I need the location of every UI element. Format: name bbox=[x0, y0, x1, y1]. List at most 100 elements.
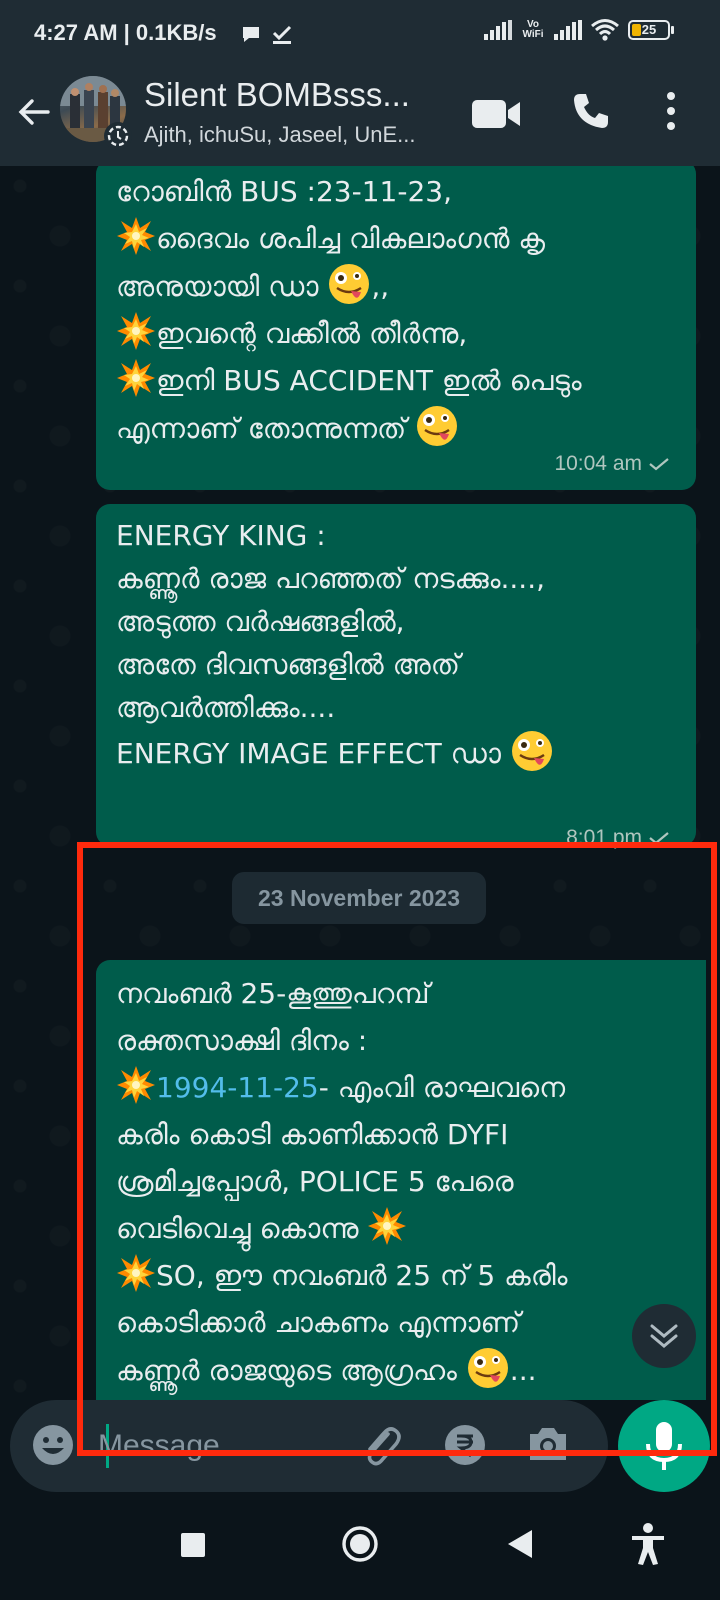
collision-emoji-icon bbox=[117, 359, 155, 397]
status-time: 4:27 AM | 0.1KB/s bbox=[34, 20, 217, 45]
message-line: ENERGY IMAGE EFFECT ഡാ bbox=[116, 729, 676, 775]
wifi-icon bbox=[591, 19, 619, 41]
message-line: കൊടിക്കാർ ചാകണം എന്നാണ് bbox=[116, 1299, 686, 1346]
message-line: കണ്ണൂർ രാജയുടെ ആഗ്രഹം ... bbox=[116, 1346, 686, 1394]
date-separator: 23 November 2023 bbox=[232, 872, 486, 924]
message-text-segment: ,, bbox=[371, 270, 390, 303]
chat-header: Silent BOMBsss... Ajith, ichuSu, Jaseel,… bbox=[0, 70, 720, 166]
message-line: ഇവന്റെ വക്കീൽ തീർന്നു, bbox=[116, 310, 676, 357]
collision-emoji-icon bbox=[117, 217, 155, 255]
message-text-segment: ENERGY IMAGE EFFECT ഡാ bbox=[116, 737, 510, 770]
message-line: അടുത്ത വർഷങ്ങളിൽ, bbox=[116, 600, 676, 643]
message-line: രക്തസാക്ഷി ദിനം : bbox=[116, 1017, 686, 1064]
message-timestamp: 10:04 am bbox=[554, 440, 670, 487]
collision-emoji-icon bbox=[117, 1066, 155, 1104]
sent-tick-icon bbox=[649, 458, 669, 471]
message-line: വെടിവെച്ചു കൊന്നു bbox=[116, 1205, 686, 1252]
chat-area[interactable]: റോബിൻ BUS :23-11-23, ദൈവം ശപിച്ച വികലാംഗൻ… bbox=[0, 166, 720, 1400]
message-text-segment: അടുത്ത വർഷങ്ങളിൽ, bbox=[116, 605, 405, 638]
camera-icon[interactable] bbox=[526, 1424, 570, 1464]
message-text-segment: - എംവി രാഘവനെ bbox=[318, 1071, 566, 1104]
message-text-segment: ഇവന്റെ വക്കീൽ തീർന്നു, bbox=[156, 317, 468, 350]
message-input[interactable] bbox=[98, 1420, 338, 1472]
message-line: അതേ ദിവസങ്ങളിൽ അത് bbox=[116, 643, 676, 686]
message-text-segment: കരിം കൊടി കാണിക്കാൻ DYFI bbox=[116, 1118, 509, 1151]
system-nav-bar bbox=[0, 1494, 720, 1600]
message-text-segment: ... bbox=[509, 1354, 537, 1387]
message-line: ഇനി BUS ACCIDENT ഇൽ പെടും bbox=[116, 357, 676, 404]
message-line: ENERGY KING : bbox=[116, 514, 676, 557]
message-text-segment: വെടിവെച്ചു കൊന്നു bbox=[116, 1212, 368, 1245]
message-line: ദൈവം ശപിച്ച വികലാംഗൻ കൃ bbox=[116, 215, 676, 262]
message-line: 1994-11-25- എംവി രാഘവനെ bbox=[116, 1064, 686, 1111]
message-text-segment: ഇനി BUS ACCIDENT ഇൽ പെടും bbox=[156, 364, 582, 397]
message-bubble[interactable]: ENERGY KING : കണ്ണൂർ രാജ പറഞ്ഞത് നടക്കും.… bbox=[96, 504, 696, 849]
message-text-segment: ആവർത്തിക്കും.... bbox=[116, 691, 336, 724]
more-options-icon[interactable] bbox=[664, 90, 678, 132]
message-text-segment: അതേ ദിവസങ്ങളിൽ അത് bbox=[116, 648, 460, 681]
message-text: റോബിൻ BUS :23-11-23, ദൈവം ശപിച്ച വികലാംഗൻ… bbox=[116, 168, 676, 452]
message-text-segment: ENERGY KING : bbox=[116, 519, 326, 552]
rupee-payment-icon[interactable] bbox=[442, 1422, 488, 1468]
scroll-to-bottom-button[interactable] bbox=[632, 1304, 696, 1368]
dashed-circle-icon bbox=[107, 125, 129, 147]
message-text-segment: എന്നാണ് തോന്നുന്നത് bbox=[116, 412, 416, 445]
message-text-segment: അനുയായി ഡാ bbox=[116, 270, 328, 303]
sent-tick-icon bbox=[649, 832, 669, 845]
message-text-segment: ശ്രമിച്ചപ്പോൾ, POLICE 5 പേരെ bbox=[116, 1165, 514, 1198]
message-line: റോബിൻ BUS :23-11-23, bbox=[116, 168, 676, 215]
collision-emoji-icon bbox=[368, 1207, 407, 1245]
message-line: SO, ഈ നവംബർ 25 ന് 5 കരിം bbox=[116, 1252, 686, 1299]
message-line: ആവർത്തിക്കും.... bbox=[116, 686, 676, 729]
chevron-double-down-icon bbox=[650, 1324, 678, 1348]
download-done-icon bbox=[272, 25, 292, 44]
status-right-group: Vo WiFi 25 bbox=[484, 18, 674, 42]
video-call-icon[interactable] bbox=[470, 96, 522, 132]
back-arrow-icon[interactable] bbox=[14, 92, 54, 132]
message-composer bbox=[10, 1400, 608, 1492]
message-text-segment: SO, ഈ നവംബർ 25 ന് 5 കരിം bbox=[156, 1259, 568, 1292]
zany-face-emoji-icon bbox=[329, 264, 370, 304]
message-line: ശ്രമിച്ചപ്പോൾ, POLICE 5 പേരെ bbox=[116, 1158, 686, 1205]
zany-face-emoji-icon bbox=[467, 1348, 508, 1388]
message-text-segment: രക്തസാക്ഷി ദിനം : bbox=[116, 1024, 368, 1057]
message-text-segment: കണ്ണൂർ രാജ പറഞ്ഞത് നടക്കും...., bbox=[116, 562, 545, 595]
message-text: നവംബർ 25-കൂത്തുപറമ്പ് രക്തസാക്ഷി ദിനം : 19… bbox=[116, 970, 686, 1394]
message-text: ENERGY KING : കണ്ണൂർ രാജ പറഞ്ഞത് നടക്കും.… bbox=[116, 514, 676, 775]
group-members[interactable]: Ajith, ichuSu, Jaseel, UnE... bbox=[144, 122, 415, 148]
attach-icon[interactable] bbox=[358, 1422, 402, 1470]
message-line: കരിം കൊടി കാണിക്കാൻ DYFI bbox=[116, 1111, 686, 1158]
cellular-signal-2-icon bbox=[554, 20, 582, 40]
voice-message-button[interactable] bbox=[618, 1400, 710, 1492]
chat-bubble-notification-icon bbox=[243, 27, 259, 42]
message-bubble[interactable]: റോബിൻ BUS :23-11-23, ദൈവം ശപിച്ച വികലാംഗൻ… bbox=[96, 166, 696, 490]
cellular-signal-icon bbox=[484, 20, 512, 40]
message-text-segment: ദൈവം ശപിച്ച വികലാംഗൻ കൃ bbox=[156, 222, 545, 255]
date-link[interactable]: 1994-11-25 bbox=[156, 1071, 319, 1104]
back-nav-icon[interactable] bbox=[506, 1528, 534, 1560]
mic-icon bbox=[646, 1422, 682, 1470]
zany-face-emoji-icon bbox=[417, 406, 458, 446]
battery-indicator: 25 bbox=[628, 20, 674, 40]
recent-apps-icon[interactable] bbox=[180, 1532, 206, 1558]
emoji-icon[interactable] bbox=[30, 1422, 76, 1468]
message-text-segment: കൊടിക്കാർ ചാകണം എന്നാണ് bbox=[116, 1306, 521, 1339]
phone-icon[interactable] bbox=[570, 90, 612, 132]
message-bubble[interactable]: നവംബർ 25-കൂത്തുപറമ്പ് രക്തസാക്ഷി ദിനം : 19… bbox=[96, 960, 706, 1400]
message-line: കണ്ണൂർ രാജ പറഞ്ഞത് നടക്കും...., bbox=[116, 557, 676, 600]
accessibility-icon[interactable] bbox=[628, 1522, 668, 1566]
message-line: അനുയായി ഡാ ,, bbox=[116, 262, 676, 310]
message-text-segment: കണ്ണൂർ രാജയുടെ ആഗ്രഹം bbox=[116, 1354, 466, 1387]
message-text-segment: നവംബർ 25-കൂത്തുപറമ്പ് bbox=[116, 977, 430, 1010]
zany-face-emoji-icon bbox=[511, 731, 552, 771]
collision-emoji-icon bbox=[117, 1254, 155, 1292]
message-text-segment: റോബിൻ BUS :23-11-23, bbox=[116, 175, 452, 208]
message-timestamp: 8:01 pm bbox=[566, 814, 670, 861]
status-bar: 4:27 AM | 0.1KB/s Vo WiFi 25 bbox=[0, 0, 720, 70]
collision-emoji-icon bbox=[117, 312, 155, 350]
home-icon[interactable] bbox=[340, 1524, 380, 1564]
message-line: നവംബർ 25-കൂത്തുപറമ്പ് bbox=[116, 970, 686, 1017]
group-title[interactable]: Silent BOMBsss... bbox=[144, 76, 410, 114]
vowifi-label: Vo WiFi bbox=[522, 19, 544, 40]
community-badge bbox=[104, 122, 132, 150]
